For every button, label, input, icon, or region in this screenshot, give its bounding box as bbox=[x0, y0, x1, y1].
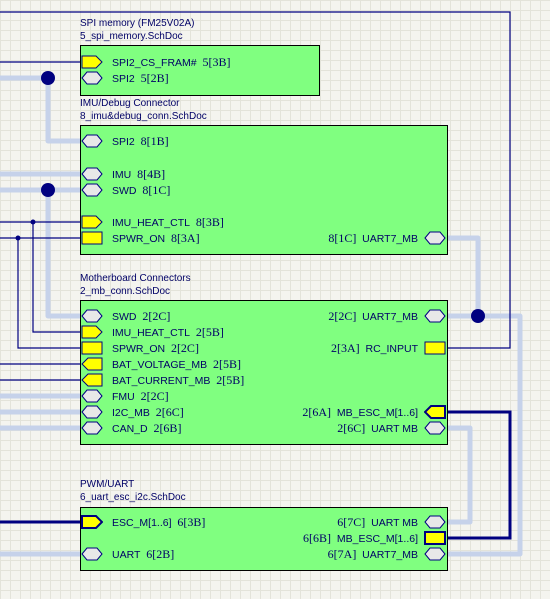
port-bus-icon bbox=[424, 309, 446, 323]
port-bus-icon bbox=[81, 389, 103, 403]
port-input-icon bbox=[81, 357, 103, 371]
harness-swd-mb bbox=[45, 187, 87, 319]
port-box-icon bbox=[424, 341, 446, 355]
port-mb-esc-m[interactable]: 6[6B] MB_ESC_M[1..6] bbox=[303, 531, 418, 545]
port-bus-icon bbox=[81, 134, 103, 148]
sheet-file-mb: 2_mb_conn.SchDoc bbox=[80, 286, 171, 297]
port-input-icon bbox=[81, 373, 103, 387]
junction-dot bbox=[471, 309, 485, 323]
sheet-file-imu: 8_imu&debug_conn.SchDoc bbox=[80, 111, 207, 122]
port-esc-m[interactable]: ESC_M[1..6] 6[3B] bbox=[112, 515, 205, 529]
port-uart[interactable]: UART 6[2B] bbox=[112, 547, 174, 561]
port-spi2-cs-fram[interactable]: SPI2_CS_FRAM# 5[3B] bbox=[112, 55, 230, 69]
harness-spi2 bbox=[0, 75, 87, 144]
port-uart-mb[interactable]: 6[7C] UART MB bbox=[337, 515, 418, 529]
port-i2c-mb[interactable]: I2C_MB 2[6C] bbox=[112, 405, 184, 419]
port-bat-voltage-mb[interactable]: BAT_VOLTAGE_MB 2[5B] bbox=[112, 357, 241, 371]
port-input-icon bbox=[424, 405, 446, 419]
port-arrow-icon bbox=[81, 215, 103, 229]
sheet-title-imu: IMU/Debug Connector bbox=[80, 98, 180, 109]
port-bus-icon bbox=[424, 515, 446, 529]
port-bat-current-mb[interactable]: BAT_CURRENT_MB 2[5B] bbox=[112, 373, 244, 387]
port-imu-heat-ctl[interactable]: IMU_HEAT_CTL 8[3B] bbox=[112, 215, 224, 229]
port-bus-icon bbox=[81, 309, 103, 323]
port-uart7-mb[interactable]: 8[1C] UART7_MB bbox=[328, 231, 418, 245]
bus-mb-esc bbox=[445, 410, 512, 540]
port-uart7-mb[interactable]: 6[7A] UART7_MB bbox=[328, 547, 418, 561]
port-bus-icon bbox=[424, 231, 446, 245]
port-bus-icon bbox=[81, 167, 103, 181]
junction-dot bbox=[41, 71, 55, 85]
sheet-file-pwm: 6_uart_esc_i2c.SchDoc bbox=[80, 492, 186, 503]
port-imu[interactable]: IMU 8[4B] bbox=[112, 167, 165, 181]
port-arrow-icon bbox=[81, 515, 103, 529]
port-rc-input[interactable]: 2[3A] RC_INPUT bbox=[331, 341, 418, 355]
port-bus-icon bbox=[81, 183, 103, 197]
sheet-file-spi: 5_spi_memory.SchDoc bbox=[80, 31, 183, 42]
port-bus-icon bbox=[81, 421, 103, 435]
port-spi2[interactable]: SPI2 8[1B] bbox=[112, 134, 169, 148]
port-fmu[interactable]: FMU 2[2C] bbox=[112, 389, 169, 403]
port-imu-heat-ctl[interactable]: IMU_HEAT_CTL 2[5B] bbox=[112, 325, 224, 339]
sheet-title-mb: Motherboard Connectors bbox=[80, 273, 191, 284]
junction-dot bbox=[41, 183, 55, 197]
junction-dot bbox=[30, 219, 36, 225]
port-uart-mb[interactable]: 2[6C] UART MB bbox=[337, 421, 418, 435]
port-bus-icon bbox=[81, 547, 103, 561]
port-spwr-on[interactable]: SPWR_ON 2[2C] bbox=[112, 341, 199, 355]
port-spwr-on[interactable]: SPWR_ON 8[3A] bbox=[112, 231, 200, 245]
sheet-title-pwm: PWM/UART bbox=[80, 479, 135, 490]
port-arrow-icon bbox=[81, 325, 103, 339]
port-spi2[interactable]: SPI2 5[2B] bbox=[112, 71, 169, 85]
sheet-title-spi: SPI memory (FM25V02A) bbox=[80, 18, 195, 29]
port-can-d[interactable]: CAN_D 2[6B] bbox=[112, 421, 181, 435]
port-box-icon bbox=[81, 341, 103, 355]
port-swd[interactable]: SWD 8[1C] bbox=[112, 183, 170, 197]
port-bus-icon bbox=[424, 421, 446, 435]
port-box-icon bbox=[424, 531, 446, 545]
port-arrow-icon bbox=[81, 55, 103, 69]
port-uart7-mb[interactable]: 2[2C] UART7_MB bbox=[328, 309, 418, 323]
harness-uart7-imu bbox=[442, 235, 481, 319]
harness-uartmb bbox=[442, 425, 473, 525]
port-mb-esc-m[interactable]: 2[6A] MB_ESC_M[1..6] bbox=[302, 405, 418, 419]
port-bus-icon bbox=[424, 547, 446, 561]
port-swd[interactable]: SWD 2[2C] bbox=[112, 309, 170, 323]
junction-dot bbox=[15, 235, 21, 241]
port-box-icon bbox=[81, 231, 103, 245]
port-bus-icon bbox=[81, 71, 103, 85]
port-bus-icon bbox=[81, 405, 103, 419]
